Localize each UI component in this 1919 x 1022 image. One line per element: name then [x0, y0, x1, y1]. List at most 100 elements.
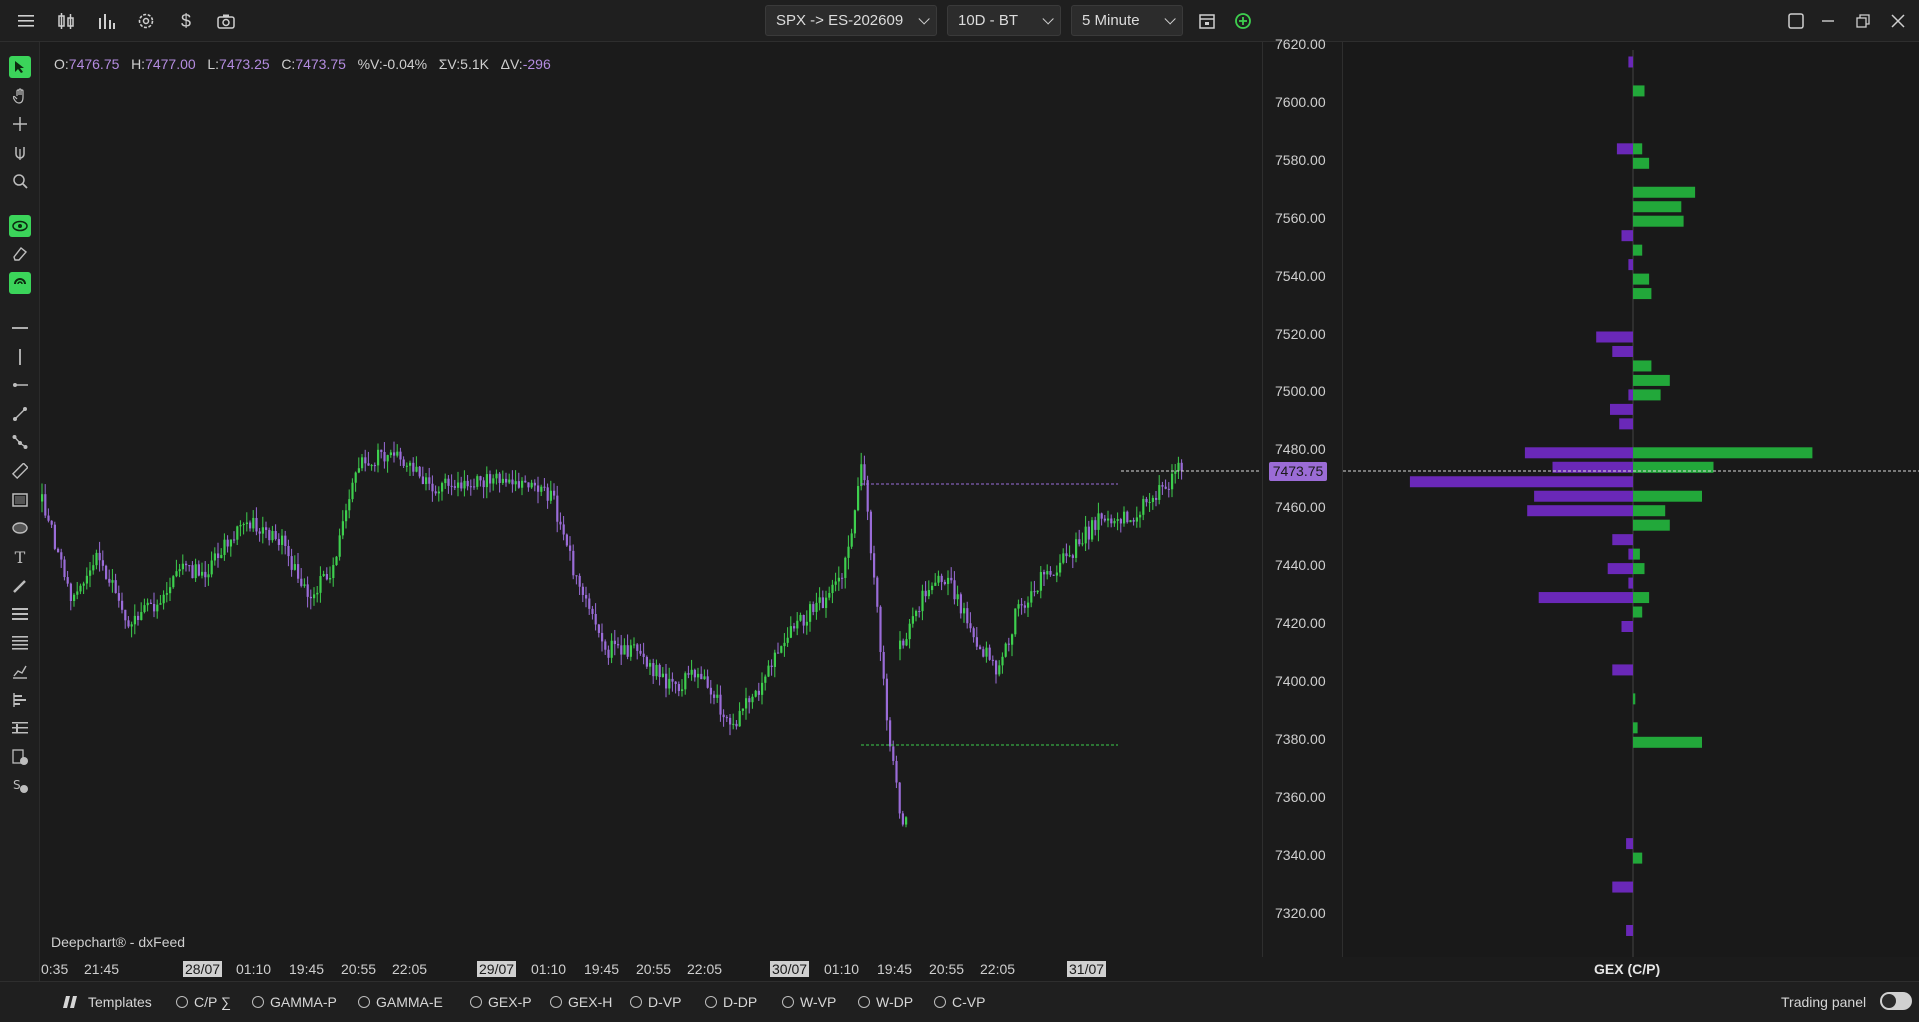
- fib-icon[interactable]: [9, 660, 31, 682]
- ruler-icon[interactable]: [9, 460, 31, 482]
- dollar-book-icon[interactable]: [9, 746, 31, 768]
- crosshair-icon[interactable]: [9, 113, 31, 135]
- list-icon[interactable]: [9, 603, 31, 625]
- candle-body: [837, 577, 840, 582]
- price-tick: 7380.00: [1275, 730, 1326, 747]
- candle-body: [316, 592, 319, 595]
- indicator-option[interactable]: GAMMA-E: [358, 994, 443, 1010]
- indicator-option[interactable]: GAMMA-P: [252, 994, 337, 1010]
- candle-body: [687, 673, 690, 675]
- price-axis[interactable]: 7620.00 7600.00 7580.00 7560.00 7540.00 7520.…: [1262, 36, 1342, 957]
- camera-icon[interactable]: [215, 10, 237, 32]
- eraser-icon[interactable]: [9, 243, 31, 265]
- indicator-option[interactable]: C-VP: [934, 994, 985, 1010]
- high-value: 7477.00: [145, 56, 196, 72]
- indicator-option-label: W-DP: [876, 994, 914, 1010]
- hand-icon[interactable]: [9, 85, 31, 107]
- candle-body: [233, 539, 236, 541]
- restore-icon[interactable]: [1852, 10, 1874, 32]
- candle-body: [277, 539, 280, 545]
- bar-chart-icon[interactable]: [95, 10, 117, 32]
- candle-body: [73, 594, 76, 602]
- candle-body: [338, 535, 341, 557]
- close-icon[interactable]: [1887, 10, 1909, 32]
- candle-body: [658, 664, 661, 678]
- candlestick-plot[interactable]: [41, 42, 1261, 957]
- candle-body: [117, 593, 120, 601]
- vertical-line-icon[interactable]: [9, 346, 31, 368]
- trading-panel-toggle[interactable]: [1880, 992, 1912, 1010]
- add-circle-icon[interactable]: [1232, 10, 1254, 32]
- ellipse-icon[interactable]: [9, 517, 31, 539]
- candle-body: [1036, 590, 1039, 593]
- dollar-settings-icon[interactable]: S: [9, 774, 31, 796]
- candle-body: [569, 545, 572, 551]
- templates-button[interactable]: Templates: [62, 994, 152, 1010]
- candle-body: [229, 539, 232, 547]
- indicator-option[interactable]: W-DP: [858, 994, 913, 1010]
- horizontal-line-icon[interactable]: [9, 317, 31, 339]
- candle-body: [610, 640, 613, 658]
- candle-body: [1084, 526, 1087, 544]
- pencil-icon[interactable]: [9, 575, 31, 597]
- indicator-option-label: GEX-P: [488, 994, 532, 1010]
- zoom-icon[interactable]: [9, 170, 31, 192]
- candle-body: [1180, 462, 1183, 471]
- price-chart[interactable]: [41, 42, 1261, 957]
- rectangle-icon[interactable]: [9, 489, 31, 511]
- volume-profile-icon[interactable]: [9, 689, 31, 711]
- candle-body: [716, 694, 719, 698]
- settings-icon[interactable]: [135, 10, 157, 32]
- list-dense-icon[interactable]: [9, 632, 31, 654]
- minimize-icon[interactable]: [1817, 10, 1839, 32]
- candle-body: [1055, 572, 1058, 576]
- pointer-icon[interactable]: [9, 56, 31, 78]
- candle-body: [501, 478, 504, 483]
- time-tick: 20:55: [929, 961, 965, 977]
- indicator-option[interactable]: D-DP: [705, 994, 757, 1010]
- magnet-icon[interactable]: [9, 142, 31, 164]
- candle-body: [409, 462, 412, 466]
- price-tick: 7320.00: [1275, 904, 1326, 921]
- dollar-icon[interactable]: $: [175, 10, 197, 32]
- eye-icon[interactable]: [9, 215, 31, 237]
- indicator-option[interactable]: C/P ∑: [176, 994, 231, 1010]
- candle-body: [181, 563, 184, 570]
- time-axis[interactable]: 0:35 21:45 28/07 01:10 19:45 20:55 22:05 29/07 0…: [41, 958, 1261, 980]
- layout-icon[interactable]: [1785, 10, 1807, 32]
- candle-body: [191, 565, 194, 579]
- gex-call-bar: [1633, 693, 1636, 705]
- candle-body: [124, 609, 127, 621]
- interval-dropdown[interactable]: 5 Minute: [1071, 5, 1183, 36]
- ray-icon[interactable]: [9, 374, 31, 396]
- range-dropdown[interactable]: 10D - BT: [947, 5, 1061, 36]
- menu-icon[interactable]: [15, 10, 37, 32]
- candle-body: [415, 466, 418, 472]
- gex-panel[interactable]: [1342, 42, 1919, 957]
- candle-body: [108, 578, 111, 583]
- indicator-option[interactable]: GEX-P: [470, 994, 532, 1010]
- text-icon[interactable]: T: [9, 546, 31, 568]
- calendar-icon[interactable]: [1196, 10, 1218, 32]
- drawing-toolbar: T S: [0, 42, 40, 1010]
- magnet-lock-icon[interactable]: [9, 272, 31, 294]
- indicator-option[interactable]: D-VP: [630, 994, 681, 1010]
- trendline-icon[interactable]: [9, 403, 31, 425]
- candle-body: [860, 464, 863, 487]
- candle-body: [85, 575, 88, 584]
- indicator-option[interactable]: GEX-H: [550, 994, 612, 1010]
- gex-put-bar: [1534, 490, 1633, 502]
- path-icon[interactable]: [9, 431, 31, 453]
- symbol-dropdown[interactable]: SPX -> ES-202609: [765, 5, 937, 36]
- gex-put-bar: [1409, 476, 1633, 488]
- candle-body: [767, 665, 770, 677]
- candle-body: [665, 673, 668, 689]
- layers-icon[interactable]: [9, 717, 31, 739]
- candle-body: [239, 525, 242, 527]
- candle-body: [629, 645, 632, 657]
- gex-call-bar: [1633, 273, 1650, 285]
- indicator-option[interactable]: W-VP: [782, 994, 836, 1010]
- candlestick-icon[interactable]: [55, 10, 77, 32]
- indicator-option-label: D-VP: [648, 994, 682, 1010]
- open-value: 7476.75: [68, 56, 120, 72]
